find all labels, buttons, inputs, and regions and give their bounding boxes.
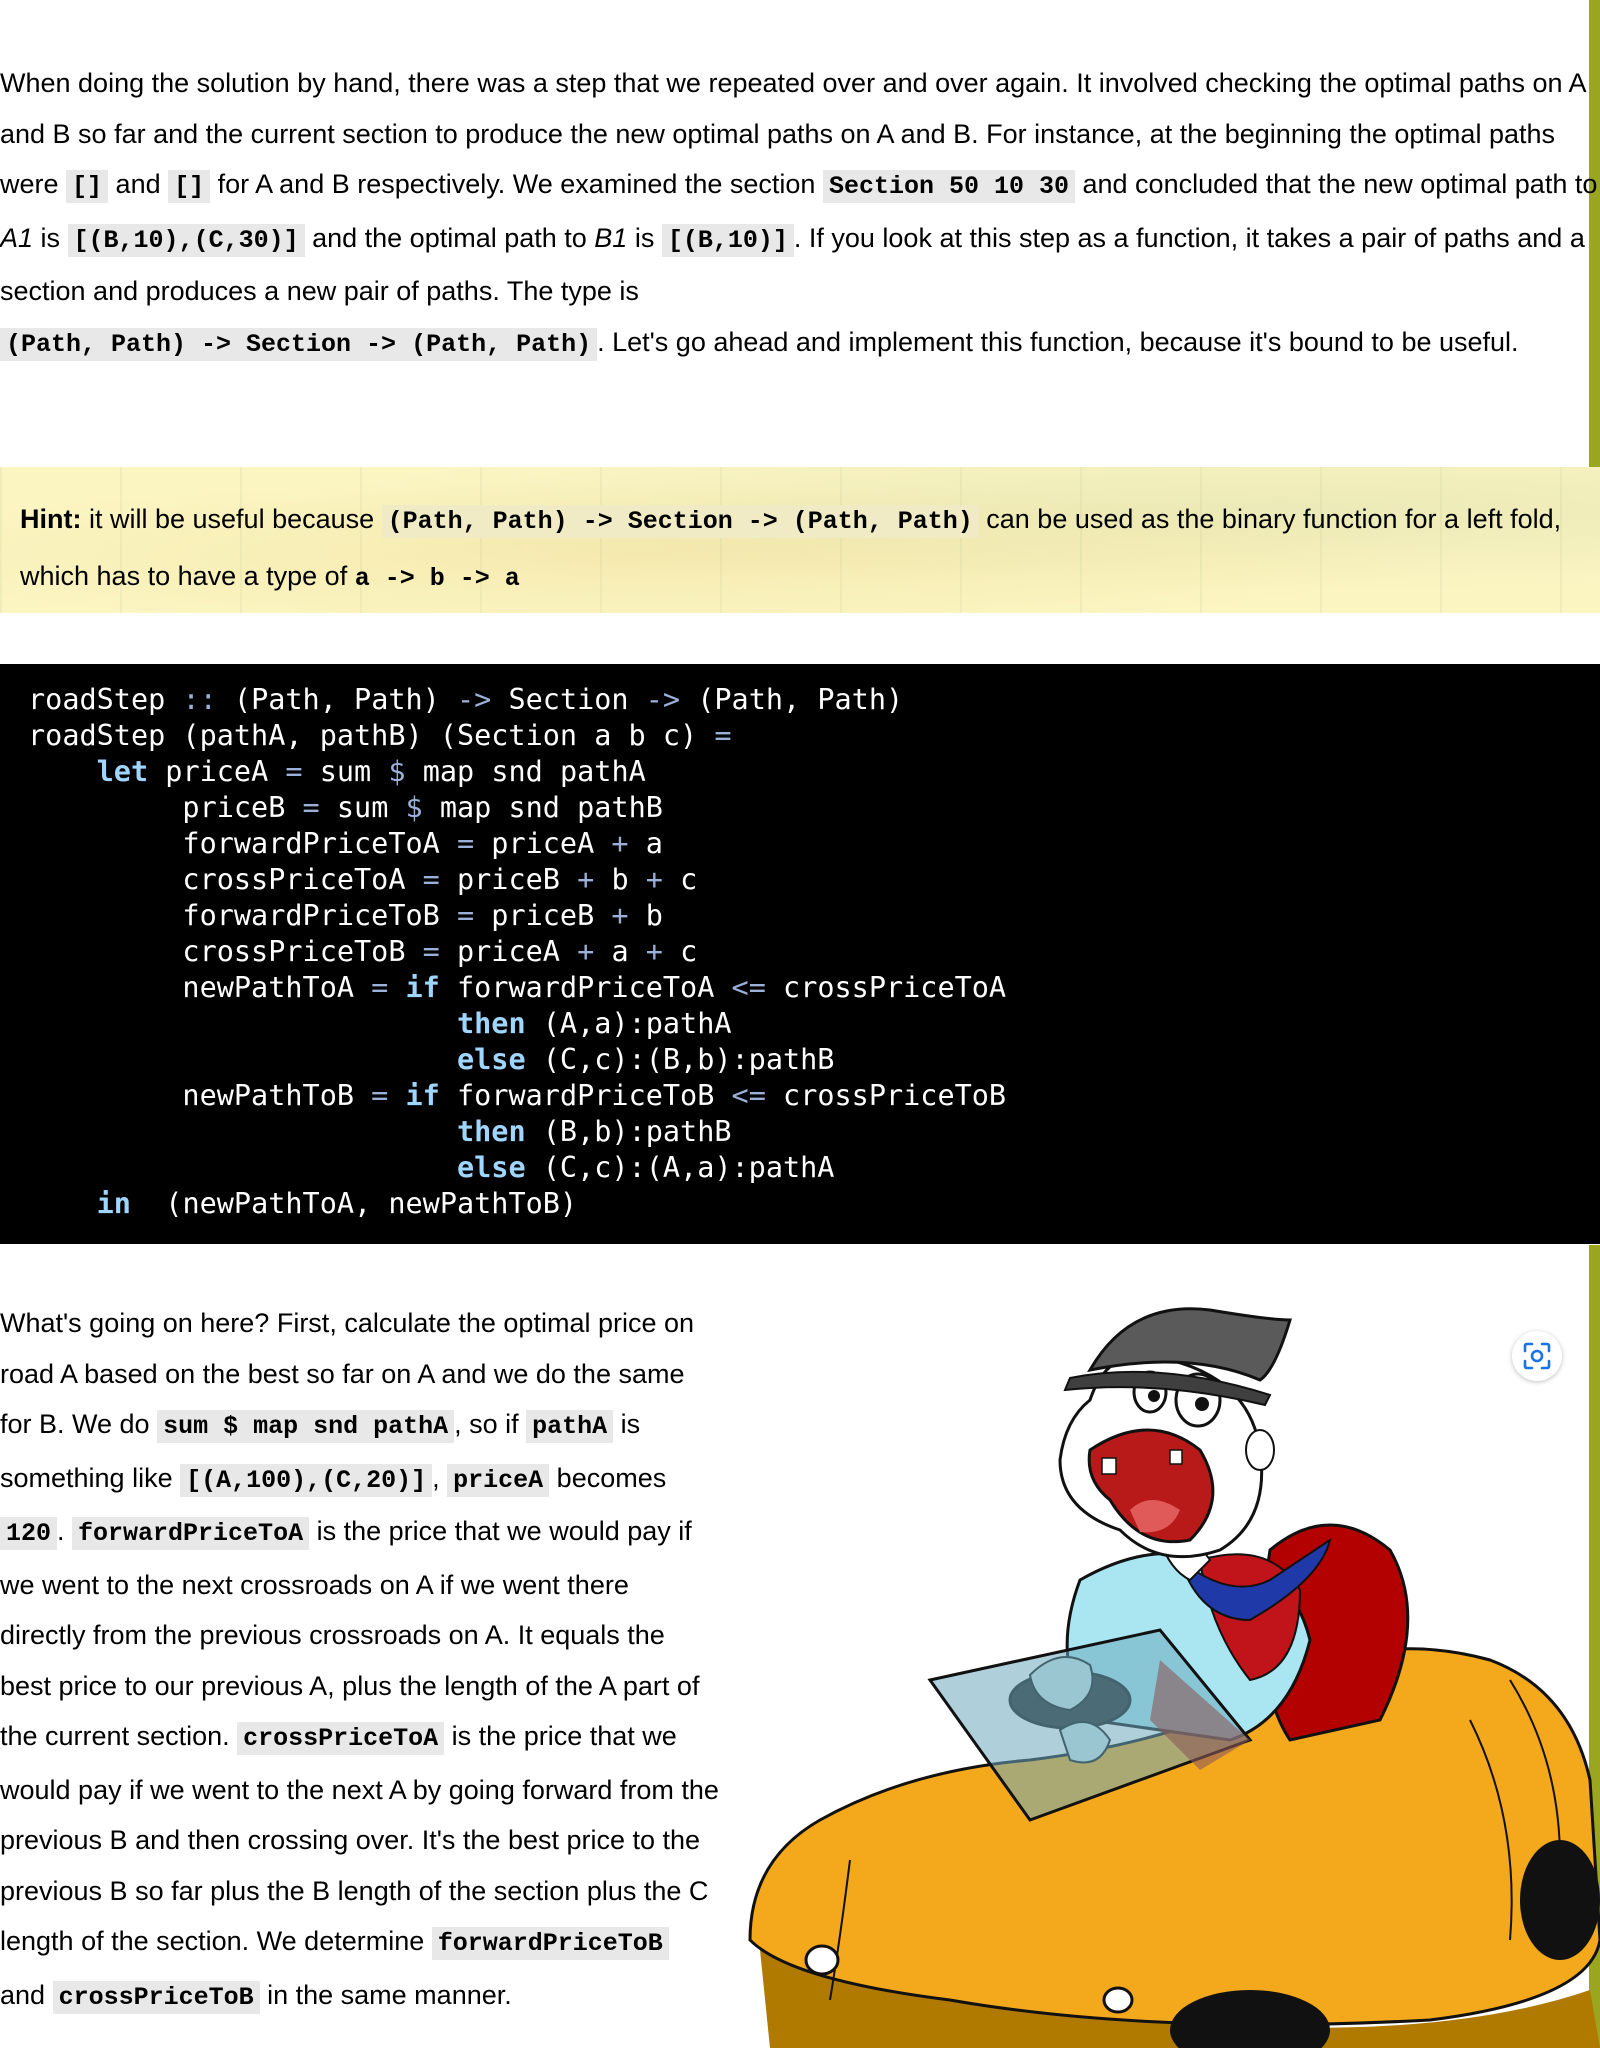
inline-code: [(A,100),(C,20)] (180, 1463, 433, 1497)
inline-code: [(B,10),(C,30)] (67, 223, 305, 257)
image-search-button[interactable] (1512, 1331, 1562, 1381)
inline-code: crossPriceToA (237, 1722, 445, 1755)
inline-code: forwardPriceToB (431, 1927, 669, 1960)
emphasis-b1: B1 (594, 222, 628, 253)
inline-code: 120 (0, 1517, 58, 1550)
emphasis-a1: A1 (0, 222, 34, 253)
inline-code: [(B,10)] (661, 223, 794, 257)
cartoon-driver-illustration (748, 1307, 1600, 2048)
inline-code: a -> b -> a (354, 564, 520, 593)
inline-code: crossPriceToB (52, 1980, 260, 2014)
inline-code: sum $ map snd pathA (157, 1410, 455, 1443)
hint-label: Hint: (20, 504, 82, 534)
inline-code-type-signature: (Path, Path) -> Section -> (Path, Path) (0, 327, 598, 361)
hint-box: Hint: it will be useful because (Path, P… (0, 467, 1600, 613)
inline-code: forwardPriceToA (72, 1517, 310, 1550)
inline-code: Section 50 10 30 (822, 170, 1075, 203)
intro-paragraph: When doing the solution by hand, there w… (0, 68, 1598, 361)
inline-code: priceA (447, 1463, 550, 1497)
inline-code: (Path, Path) -> Section -> (Path, Path) (381, 505, 979, 538)
hint-text: Hint: it will be useful because (Path, P… (20, 504, 1562, 593)
explanation-paragraph: What's going on here? First, calculate t… (0, 1308, 719, 2014)
inline-code: [] (66, 170, 109, 203)
code-listing: roadStep :: (Path, Path) -> Section -> (… (28, 683, 1007, 1220)
image-search-icon (1523, 1342, 1551, 1370)
inline-code: pathA (526, 1410, 614, 1443)
inline-code: [] (168, 170, 211, 203)
code-block-roadstep: roadStep :: (Path, Path) -> Section -> (… (0, 664, 1600, 1244)
